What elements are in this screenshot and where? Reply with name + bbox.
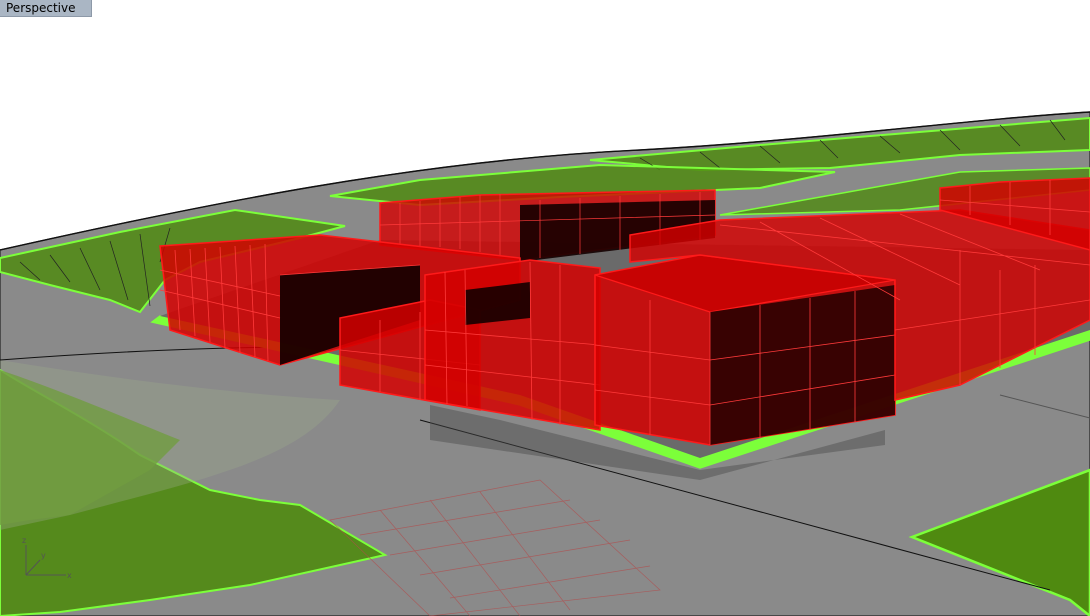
svg-text:z: z <box>22 536 26 545</box>
viewport-title-tab[interactable]: Perspective <box>0 0 92 17</box>
perspective-viewport[interactable]: x z y Perspective <box>0 0 1090 616</box>
svg-text:y: y <box>41 551 46 560</box>
svg-text:x: x <box>67 571 72 580</box>
3d-scene[interactable]: x z y <box>0 0 1090 616</box>
